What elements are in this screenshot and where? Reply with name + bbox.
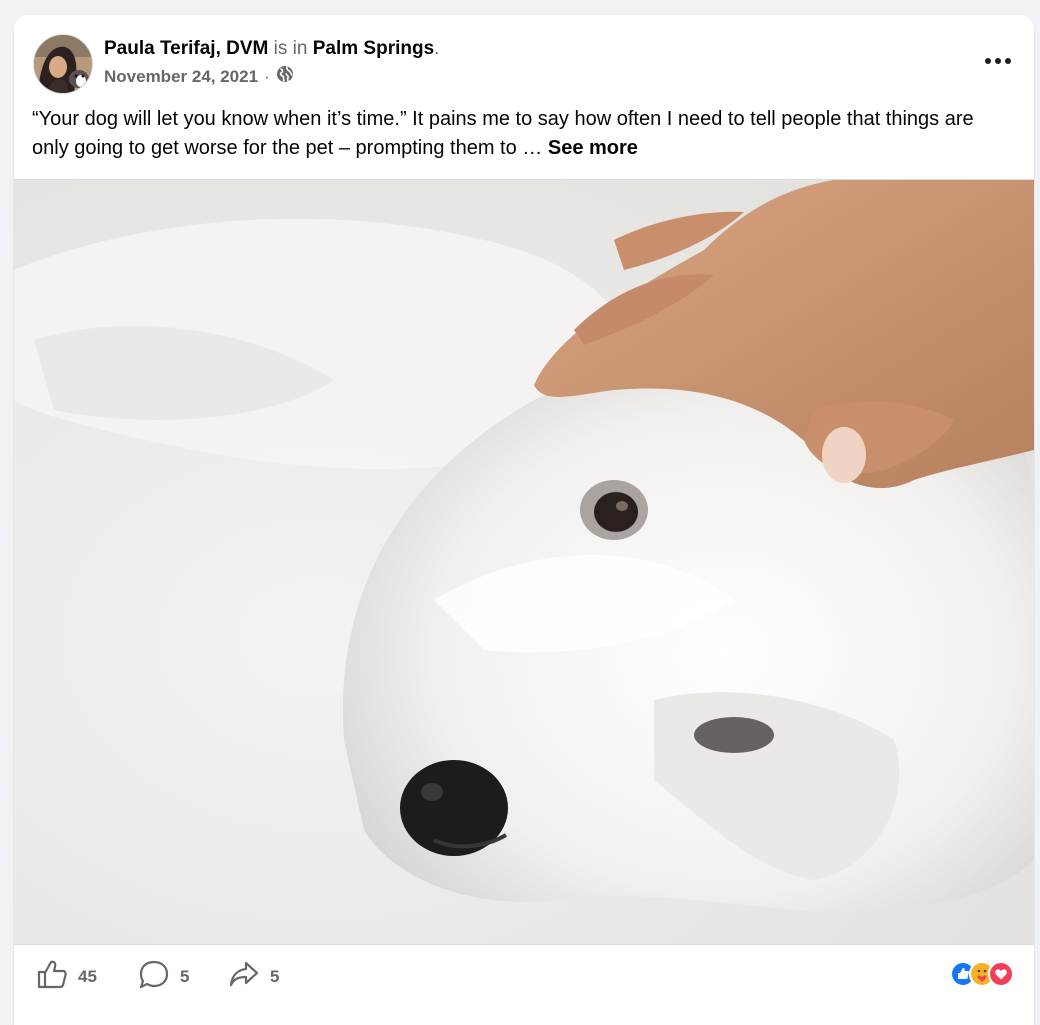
location-suffix: . <box>434 38 440 59</box>
location-name[interactable]: Palm Springs <box>313 38 434 59</box>
globe-icon[interactable] <box>276 65 294 89</box>
author-avatar[interactable] <box>33 34 93 94</box>
more-dots-icon[interactable] <box>980 49 1016 73</box>
post-text: “Your dog will let you know when it’s ti… <box>32 105 1012 163</box>
post-actions: 45 5 5 <box>14 945 1034 1005</box>
like-button[interactable]: 45 <box>36 959 97 994</box>
dot <box>995 58 1001 64</box>
post-photo[interactable] <box>14 179 1034 945</box>
author-line: Paula Terifaj, DVM is in Palm Springs. <box>104 37 439 61</box>
location-connector: is in <box>273 38 308 59</box>
post-date[interactable]: November 24, 2021 <box>104 66 258 88</box>
dot <box>1005 58 1011 64</box>
dot <box>985 58 991 64</box>
comment-button[interactable]: 5 <box>138 959 189 994</box>
post-header: Paula Terifaj, DVM is in Palm Springs. N… <box>14 15 1034 95</box>
share-arrow-icon <box>228 959 260 994</box>
post-body: “Your dog will let you know when it’s ti… <box>32 108 974 159</box>
comment-count: 5 <box>180 966 190 986</box>
thumbs-up-icon <box>36 959 68 994</box>
meta-separator: · <box>264 67 270 86</box>
like-count: 45 <box>78 966 97 986</box>
share-count: 5 <box>270 966 280 986</box>
love-reaction-icon <box>988 961 1014 987</box>
share-button[interactable]: 5 <box>228 959 279 994</box>
post-card: Paula Terifaj, DVM is in Palm Springs. N… <box>14 15 1034 1025</box>
post-meta: November 24, 2021 · <box>104 65 294 89</box>
reaction-summary[interactable] <box>950 961 1014 987</box>
author-name[interactable]: Paula Terifaj, DVM <box>104 38 268 59</box>
see-more-link[interactable]: See more <box>548 137 638 159</box>
comment-bubble-icon <box>138 959 170 994</box>
